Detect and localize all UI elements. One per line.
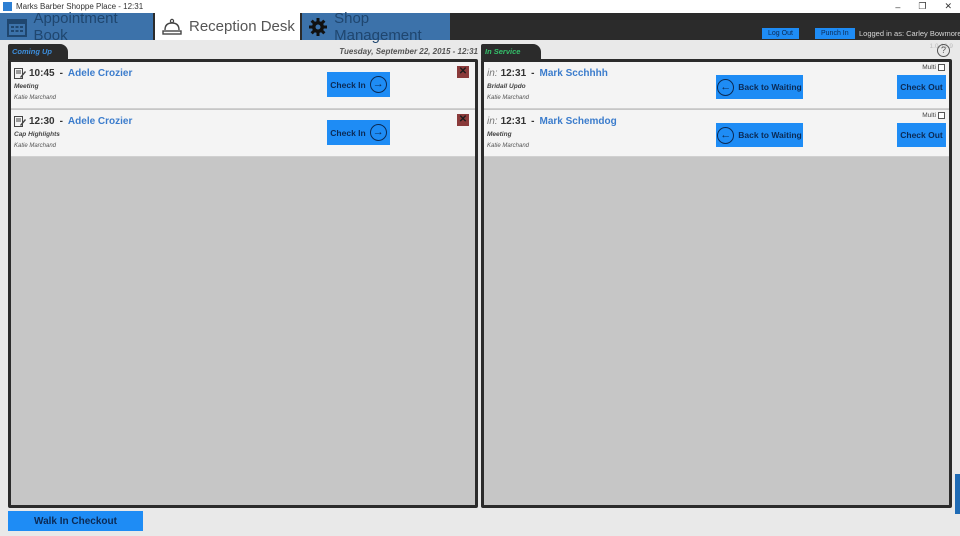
separator: - (59, 68, 63, 79)
in-service-card[interactable]: in: 12:31 - Mark Scchhhh Bridall Updo Ka… (484, 62, 949, 109)
minimize-button[interactable]: – (895, 2, 900, 12)
coming-up-list: 10:45 - Adele Crozier Meeting Katie Marc… (8, 59, 478, 508)
help-icon[interactable]: ? (937, 44, 950, 57)
in-service-list: in: 12:31 - Mark Scchhhh Bridall Updo Ka… (481, 59, 952, 508)
tab-appointment-book[interactable]: Appointment Book (0, 10, 153, 44)
log-out-button[interactable]: Log Out (762, 28, 799, 39)
coming-up-tab: Coming Up (8, 44, 68, 60)
remove-appointment-button[interactable]: ✕ (457, 66, 469, 78)
in-prefix: in: (487, 116, 498, 127)
stylist-name: Katie Marchand (487, 143, 530, 149)
multi-label: Multi (922, 64, 936, 71)
service-start-time: 12:31 (500, 116, 527, 127)
top-navigation: Appointment Book Reception Desk Shop Man… (0, 10, 960, 50)
arrow-right-icon: → (369, 76, 387, 93)
appointment-time: 10:45 (29, 68, 55, 79)
appointment-card[interactable]: 10:45 - Adele Crozier Meeting Katie Marc… (11, 62, 475, 109)
multi-label: Multi (922, 112, 936, 119)
tab-reception-desk[interactable]: Reception Desk (155, 13, 300, 40)
arrow-left-icon: ← (717, 78, 735, 96)
remove-appointment-button[interactable]: ✕ (457, 114, 469, 126)
service-name: Bridall Updo (487, 83, 526, 90)
back-to-waiting-label: Back to Waiting (738, 130, 802, 140)
walk-in-checkout-button[interactable]: Walk In Checkout (8, 511, 143, 531)
appointment-time: 12:30 (29, 116, 55, 127)
arrow-left-icon: ← (717, 126, 735, 144)
multi-checkbox[interactable]: Multi (922, 112, 945, 119)
window-controls: – ❐ ✕ (895, 0, 952, 13)
check-out-button[interactable]: Check Out (897, 75, 946, 99)
gear-icon (308, 16, 328, 38)
check-in-button[interactable]: Check In → (327, 120, 390, 145)
separator: - (531, 68, 535, 79)
appointment-header: 10:45 - Adele Crozier (14, 68, 132, 79)
client-name[interactable]: Mark Scchhhh (539, 68, 607, 79)
tab-label: Shop Management (334, 9, 422, 44)
current-date: Tuesday, September 22, 2015 - 12:31 (339, 47, 478, 56)
back-to-waiting-button[interactable]: ← Back to Waiting (716, 123, 803, 147)
checkbox[interactable] (938, 112, 945, 119)
in-service-card[interactable]: in: 12:31 - Mark Schemdog Meeting Katie … (484, 110, 949, 157)
checkbox[interactable] (938, 64, 945, 71)
multi-checkbox[interactable]: Multi (922, 64, 945, 71)
calendar-icon (6, 16, 27, 38)
in-prefix: in: (487, 68, 498, 79)
appointment-header: 12:30 - Adele Crozier (14, 116, 132, 127)
app-icon (3, 2, 12, 11)
stylist-name: Katie Marchand (14, 95, 57, 101)
in-service-panel: In Service ? in: 12:31 - Mark Scchhhh Br… (481, 42, 952, 508)
edit-note-icon[interactable] (14, 68, 26, 79)
stylist-name: Katie Marchand (487, 95, 530, 101)
check-in-button[interactable]: Check In → (327, 72, 390, 97)
service-name: Meeting (14, 83, 39, 90)
service-name: Cap Highlights (14, 131, 60, 138)
service-start-time: 12:31 (500, 68, 527, 79)
back-to-waiting-button[interactable]: ← Back to Waiting (716, 75, 803, 99)
tab-shop-management[interactable]: Shop Management (302, 10, 450, 44)
service-name: Meeting (487, 131, 512, 138)
tab-label: Appointment Book (33, 9, 118, 44)
maximize-button[interactable]: ❐ (918, 1, 926, 12)
window-edge-accent (955, 474, 960, 514)
separator: - (531, 116, 535, 127)
logged-in-user: Logged in as: Carley Bowmore (859, 29, 960, 38)
stylist-name: Katie Marchand (14, 143, 57, 149)
edit-note-icon[interactable] (14, 116, 26, 127)
tab-label: Reception Desk (189, 18, 295, 35)
desk-bell-icon (161, 16, 183, 38)
arrow-right-icon: → (369, 124, 387, 141)
punch-in-button[interactable]: Punch In (815, 28, 855, 39)
check-in-label: Check In (330, 127, 366, 138)
in-service-header: in: 12:31 - Mark Schemdog (487, 116, 617, 127)
check-in-label: Check In (330, 79, 366, 90)
client-name[interactable]: Adele Crozier (68, 68, 132, 79)
in-service-header: in: 12:31 - Mark Scchhhh (487, 68, 608, 79)
coming-up-panel: Coming Up Tuesday, September 22, 2015 - … (8, 42, 478, 508)
close-button[interactable]: ✕ (944, 1, 952, 12)
appointment-card[interactable]: 12:30 - Adele Crozier Cap Highlights Kat… (11, 110, 475, 157)
back-to-waiting-label: Back to Waiting (738, 82, 802, 92)
client-name[interactable]: Adele Crozier (68, 116, 132, 127)
check-out-button[interactable]: Check Out (897, 123, 946, 147)
separator: - (59, 116, 63, 127)
in-service-tab: In Service (481, 44, 541, 60)
client-name[interactable]: Mark Schemdog (539, 116, 616, 127)
